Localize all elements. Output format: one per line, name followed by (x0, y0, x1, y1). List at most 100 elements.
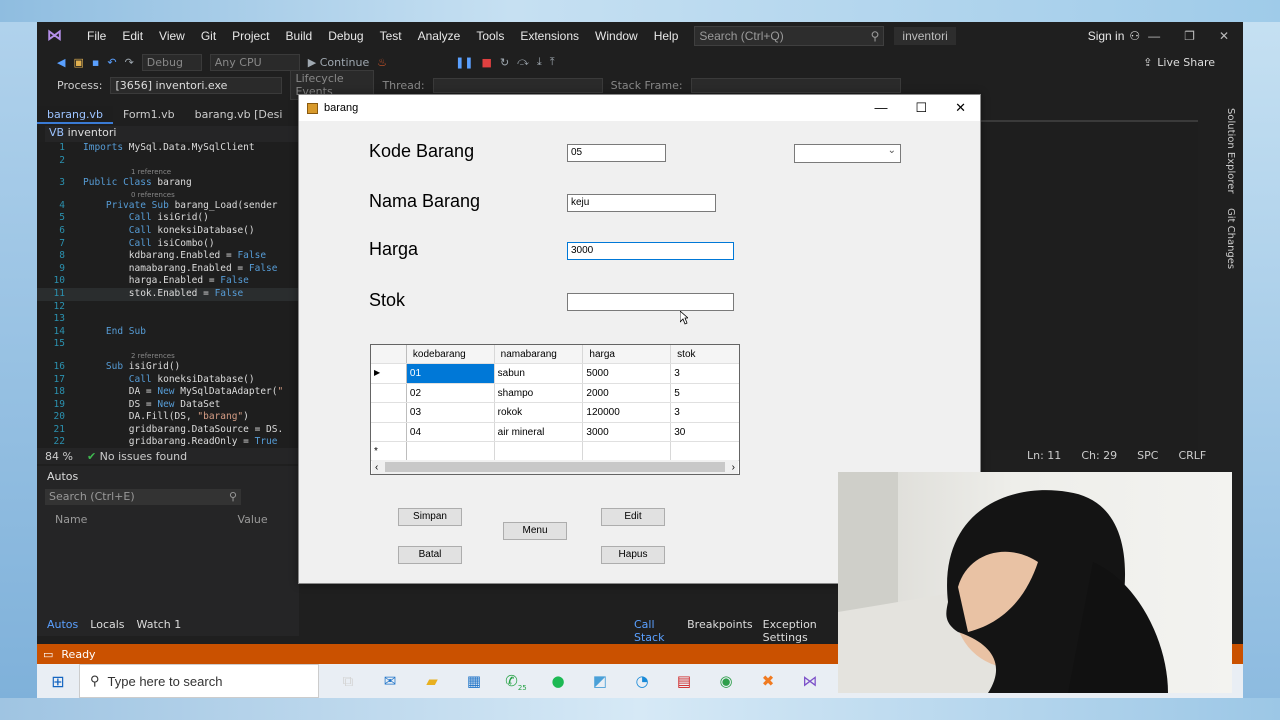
process-dropdown[interactable]: [3656] inventori.exe (110, 76, 283, 94)
hapus-button[interactable]: Hapus (601, 546, 665, 564)
close-icon[interactable]: ✕ (1219, 29, 1229, 43)
scroll-left-icon[interactable]: ‹ (372, 462, 381, 473)
file-explorer-icon[interactable]: ▰ (421, 670, 443, 692)
grid-horizontal-scrollbar[interactable]: ‹ › (372, 460, 738, 474)
whatsapp-icon[interactable]: ✆25 (505, 670, 527, 692)
edge-icon[interactable]: ◔ (631, 670, 653, 692)
table-cell[interactable]: air mineral (495, 422, 584, 441)
column-header-stok[interactable]: stok (671, 345, 739, 364)
table-cell[interactable]: rokok (495, 403, 584, 422)
live-share-button[interactable]: ⇪ Live Share (1143, 56, 1215, 69)
redo-icon[interactable]: ↷ (125, 56, 134, 69)
minimize-icon[interactable]: — (874, 100, 887, 116)
code-lens-hint[interactable]: 1 reference (37, 167, 299, 177)
table-cell[interactable]: 02 (407, 383, 495, 403)
step-over-icon[interactable]: ⤼ (517, 55, 529, 69)
git-changes-tab[interactable]: Git Changes (1220, 208, 1236, 269)
menu-edit[interactable]: Edit (114, 29, 151, 43)
tab-locals[interactable]: Locals (90, 618, 124, 636)
table-cell[interactable]: shampo (495, 383, 584, 403)
back-icon[interactable]: ◀ (57, 56, 65, 69)
mail-icon[interactable]: ✉ (379, 670, 401, 692)
code-lens-hint[interactable]: 2 references (37, 351, 299, 361)
tab-watch-1[interactable]: Watch 1 (137, 618, 182, 636)
close-icon[interactable]: ✕ (955, 100, 966, 116)
pdf-icon[interactable]: ▤ (673, 670, 695, 692)
start-windows-icon[interactable]: ⊞ (37, 672, 79, 691)
restore-icon[interactable]: ❐ (1184, 29, 1195, 43)
batal-button[interactable]: Batal (398, 546, 462, 564)
table-cell[interactable] (583, 441, 672, 461)
table-cell[interactable]: 04 (407, 422, 495, 441)
menu-build[interactable]: Build (278, 29, 321, 43)
table-cell[interactable]: sabun (495, 364, 584, 383)
menu-help[interactable]: Help (646, 29, 687, 43)
step-out-icon[interactable]: ⤒ (550, 55, 555, 69)
continue-button[interactable]: ▶ Continue (308, 56, 369, 69)
class-navigation-dropdown[interactable]: VB inventori (45, 126, 299, 142)
tab-form1-vb[interactable]: Form1.vb (113, 106, 185, 124)
xampp-icon[interactable]: ✖ (757, 670, 779, 692)
menu-view[interactable]: View (151, 29, 193, 43)
tab-barang-vb[interactable]: barang.vb (37, 106, 113, 124)
solution-explorer-tab[interactable]: Solution Explorer (1220, 108, 1236, 194)
table-row[interactable]: ▶ 01 sabun 5000 3 (371, 364, 739, 384)
autos-search-input[interactable]: Search (Ctrl+E) ⚲ (45, 489, 241, 505)
table-cell[interactable] (495, 441, 584, 461)
menu-button[interactable]: Menu (503, 522, 567, 540)
menu-tools[interactable]: Tools (468, 29, 512, 43)
table-cell[interactable]: 3 (671, 364, 739, 382)
sign-in-link[interactable]: Sign in ⚇ (1088, 29, 1140, 43)
tab-breakpoints[interactable]: Breakpoints (687, 618, 753, 636)
task-view-icon[interactable]: ⧉ (337, 670, 359, 692)
visual-studio-icon[interactable]: ⋈ (799, 670, 821, 692)
undo-icon[interactable]: ↶ (107, 56, 116, 69)
stop-icon[interactable]: ■ (482, 56, 492, 69)
hot-reload-icon[interactable]: ♨ (377, 56, 387, 69)
column-header-namabarang[interactable]: namabarang (494, 345, 584, 364)
menu-debug[interactable]: Debug (320, 29, 371, 43)
table-cell[interactable]: 2000 (583, 383, 672, 403)
column-header-kodebarang[interactable]: kodebarang (406, 345, 495, 364)
menu-analyze[interactable]: Analyze (410, 29, 469, 43)
thread-dropdown[interactable] (432, 77, 603, 93)
column-header-harga[interactable]: harga (583, 345, 672, 364)
table-cell[interactable]: 120000 (583, 403, 672, 422)
menu-project[interactable]: Project (224, 29, 277, 43)
harga-input[interactable]: 3000 (567, 242, 734, 260)
barang-combobox[interactable]: ⌄ (794, 144, 901, 163)
zoom-level[interactable]: 84 % (45, 450, 73, 463)
tab-call-stack[interactable]: Call Stack (634, 618, 677, 644)
table-cell[interactable] (407, 441, 495, 461)
kode-barang-input[interactable]: 05 (567, 144, 666, 162)
code-editor[interactable]: 1 Imports MySql.Data.MySqlClient 2 1 refere… (37, 142, 299, 452)
table-cell[interactable]: 5000 (583, 364, 672, 383)
tab-barang-design[interactable]: barang.vb [Desi (185, 106, 293, 124)
pause-icon[interactable]: ❚❚ (455, 56, 473, 69)
table-cell[interactable]: 3000 (583, 422, 672, 441)
scroll-thumb[interactable] (385, 462, 725, 472)
table-row[interactable]: 02 shampo 2000 5 (371, 383, 739, 404)
new-row[interactable]: * (371, 441, 739, 462)
edit-button[interactable]: Edit (601, 508, 665, 526)
table-cell[interactable]: 03 (407, 403, 495, 422)
table-cell[interactable]: 01 (406, 364, 495, 383)
new-file-icon[interactable]: ▣ (73, 56, 83, 69)
table-row[interactable]: 03 rokok 120000 3 (371, 403, 739, 423)
taskbar-search-input[interactable]: ⚲ Type here to search (79, 664, 319, 698)
table-cell[interactable]: 30 (671, 423, 739, 441)
menu-extensions[interactable]: Extensions (512, 29, 587, 43)
menu-window[interactable]: Window (587, 29, 646, 43)
table-cell[interactable]: 3 (671, 403, 739, 421)
minimize-icon[interactable]: — (1148, 29, 1160, 43)
table-row[interactable]: 04 air mineral 3000 30 (371, 422, 739, 442)
spotify-icon[interactable]: ● (547, 670, 569, 692)
notes-icon[interactable]: ◩ (589, 670, 611, 692)
table-cell[interactable] (671, 442, 739, 460)
scroll-right-icon[interactable]: › (729, 462, 738, 473)
save-icon[interactable]: ▪ (92, 56, 99, 69)
tab-exception-settings[interactable]: Exception Settings (763, 618, 844, 644)
stack-frame-dropdown[interactable] (690, 77, 901, 93)
issues-indicator[interactable]: ✔ No issues found (87, 450, 187, 463)
store-icon[interactable]: ▦ (463, 670, 485, 692)
